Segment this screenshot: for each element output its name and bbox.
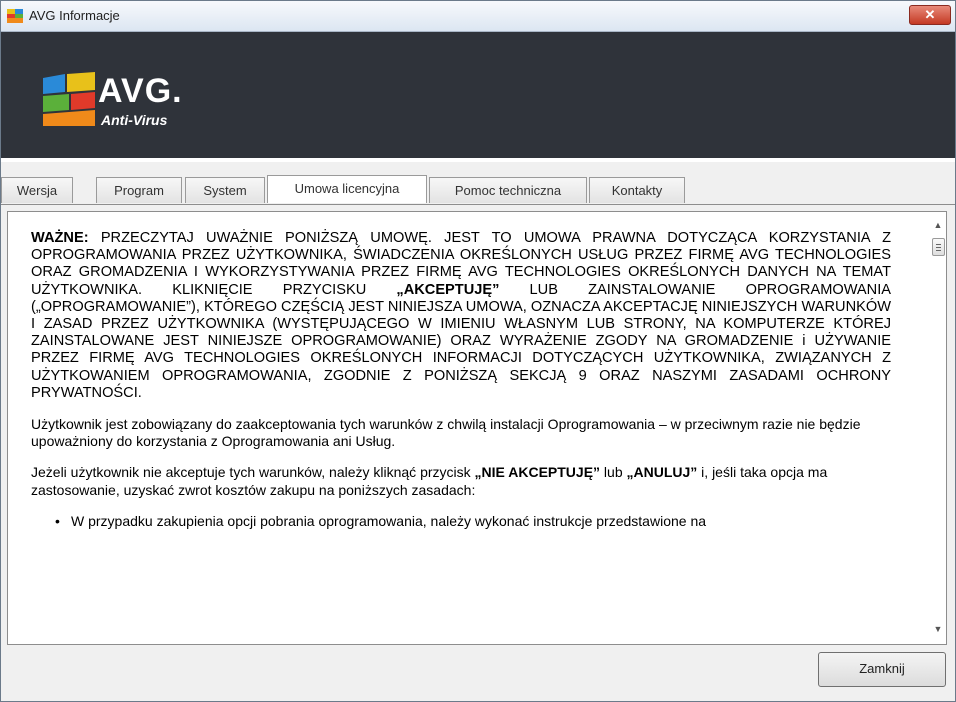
scroll-down-arrow-icon[interactable]: ▼ [933, 624, 943, 634]
bold-text: WAŻNE: [31, 230, 89, 246]
avg-app-icon [7, 9, 23, 23]
license-text: WAŻNE: PRZECZYTAJ UWAŻNIE PONIŻSZĄ UMOWĘ… [31, 230, 891, 530]
title-bar[interactable]: AVG Informacje ✕ [1, 1, 955, 32]
bold-text: „NIE AKCEPTUJĘ” [474, 464, 601, 481]
license-text-box[interactable]: WAŻNE: PRZECZYTAJ UWAŻNIE PONIŻSZĄ UMOWĘ… [7, 211, 947, 645]
license-paragraph-3: Jeżeli użytkownik nie akceptuje tych war… [31, 464, 891, 498]
header-banner: AVG. Anti-Virus [1, 32, 955, 158]
scroll-thumb[interactable] [932, 238, 945, 256]
bold-text: „AKCEPTUJĘ” [396, 281, 500, 298]
tab-label: Program [114, 183, 164, 198]
tab-program[interactable]: Program [96, 177, 182, 203]
text-span: Jeżeli użytkownik nie akceptuje tych war… [31, 464, 475, 481]
text-span: LUB ZAINSTALOWANIE OPROGRAMOWANIA („OPRO… [31, 281, 891, 401]
tab-label: Wersja [16, 183, 58, 198]
tab-label: System [203, 183, 247, 198]
license-paragraph-1: WAŻNE: PRZECZYTAJ UWAŻNIE PONIŻSZĄ UMOWĘ… [31, 230, 891, 402]
tab-wersja[interactable]: Wersja [1, 177, 73, 203]
tab-system[interactable]: System [185, 177, 265, 203]
tab-label: Pomoc techniczna [454, 183, 562, 198]
bold-text: „ANULUJ” [626, 464, 698, 481]
banner-divider [1, 158, 955, 162]
tab-pomoc-techniczna[interactable]: Pomoc techniczna [429, 177, 587, 203]
tab-label: Kontakty [611, 183, 663, 198]
logo-product: Anti-Virus [101, 112, 168, 128]
tab-label: Umowa licencyjna [294, 181, 400, 196]
text-span: lub [600, 464, 627, 481]
tab-strip: Wersja Program System Umowa licencyjna P… [1, 175, 955, 205]
tab-umowa-licencyjna[interactable]: Umowa licencyjna [267, 175, 427, 203]
avg-logo-icon [43, 72, 95, 126]
dialog-window: AVG Informacje ✕ AVG. Anti-Virus Wersja … [0, 0, 956, 702]
license-paragraph-2: Użytkownik jest zobowiązany do zaakcepto… [31, 416, 861, 450]
vertical-scrollbar[interactable]: ▲ ▼ [929, 212, 946, 644]
license-bullet-1: W przypadku zakupienia opcji pobrania op… [55, 513, 891, 530]
scroll-up-arrow-icon[interactable]: ▲ [933, 220, 943, 230]
close-button[interactable]: Zamknij [818, 652, 946, 687]
window-close-button[interactable]: ✕ [909, 5, 951, 25]
close-icon: ✕ [924, 7, 936, 22]
tab-kontakty[interactable]: Kontakty [589, 177, 685, 203]
logo-name: AVG. [98, 72, 183, 110]
window-title: AVG Informacje [29, 8, 120, 23]
